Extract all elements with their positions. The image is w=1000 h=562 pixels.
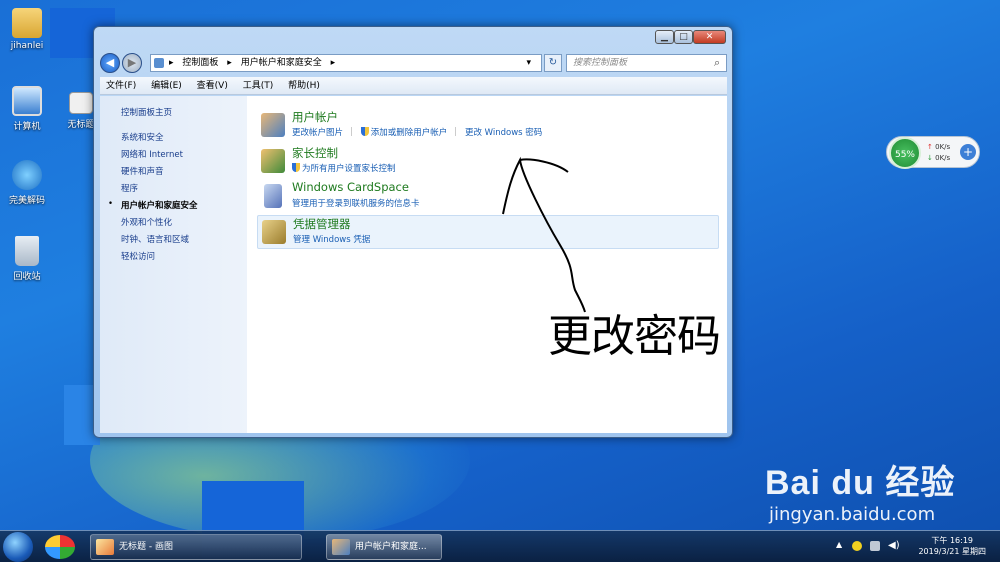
network-tray-icon[interactable] <box>870 541 880 551</box>
watermark-brand: Bai du 经验 <box>765 464 956 502</box>
taskbar: 无标题 - 画图 用户帐户和家庭... ▲ ◀) 下午 16:19 2019/3… <box>0 530 1000 562</box>
upload-speed: ↑ 0K/s <box>927 143 951 151</box>
annotation-text: 更改密码 <box>548 311 721 362</box>
users-icon <box>332 539 350 555</box>
download-speed: ↓ 0K/s <box>927 154 951 162</box>
volume-icon[interactable]: ◀) <box>888 541 900 551</box>
app-launcher-icon[interactable] <box>45 535 75 559</box>
plus-icon[interactable]: + <box>960 144 976 160</box>
baidu-watermark: Bai du 经验 jingyan.baidu.com <box>765 455 955 525</box>
clock-time: 下午 16:19 <box>931 536 974 545</box>
clock-date: 2019/3/21 星期四 <box>918 547 986 556</box>
up-arrow-icon: ↑ <box>927 143 933 151</box>
tray-expand-icon[interactable]: ▲ <box>836 540 842 549</box>
down-arrow-icon: ↓ <box>927 154 933 162</box>
watermark-url: jingyan.baidu.com <box>769 504 936 525</box>
paint-icon <box>96 539 114 555</box>
memory-percent: 55% <box>889 137 921 169</box>
start-button[interactable] <box>3 532 33 562</box>
security-tray-icon[interactable] <box>852 541 862 551</box>
taskbar-button-paint[interactable]: 无标题 - 画图 <box>90 534 302 560</box>
taskbar-button-control-panel[interactable]: 用户帐户和家庭... <box>326 534 442 560</box>
network-speed-widget[interactable]: 55% ↑ 0K/s ↓ 0K/s + <box>886 136 980 169</box>
system-clock[interactable]: 下午 16:19 2019/3/21 星期四 <box>918 535 986 557</box>
